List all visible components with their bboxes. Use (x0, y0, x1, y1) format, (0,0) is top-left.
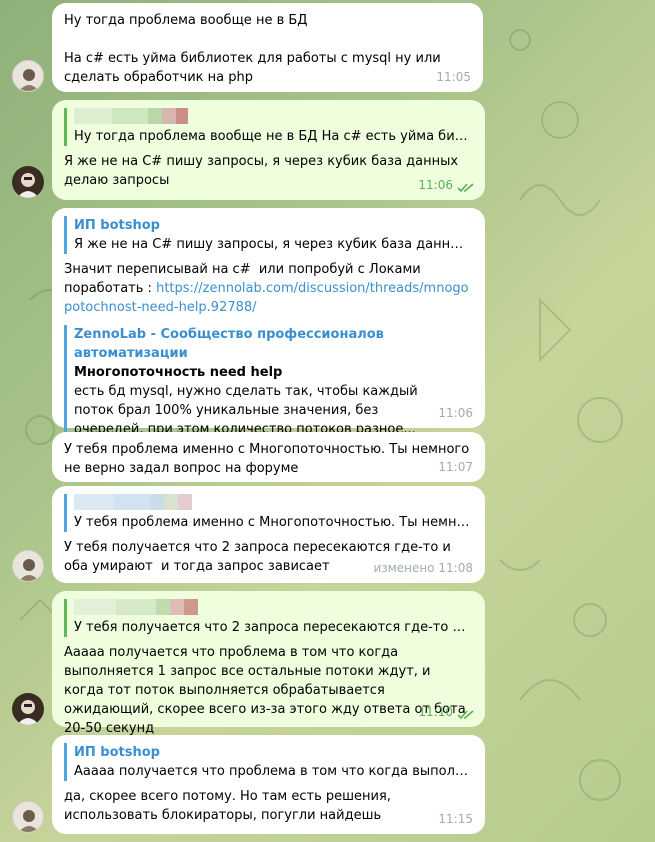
reply-sender-name: ИП botshop (74, 218, 160, 233)
message-incoming[interactable]: ИП botshop Ааааа получается что проблема… (52, 735, 485, 834)
avatar[interactable] (12, 801, 44, 833)
link-preview[interactable]: ZennoLab - Сообщество профессионалов авт… (64, 325, 473, 439)
preview-description: есть бд mysql, нужно сделать так, чтобы … (74, 384, 422, 437)
message-outgoing[interactable]: У тебя получается что 2 запроса пересека… (52, 591, 485, 736)
preview-title: Многопоточность need help (74, 365, 283, 380)
blurred-sender-name (74, 599, 473, 615)
preview-site-name: ZennoLab - Сообщество профессионалов авт… (74, 327, 384, 361)
message-incoming[interactable]: У тебя проблема именно с Многопоточность… (52, 432, 485, 482)
avatar[interactable] (12, 166, 44, 198)
double-check-icon (457, 183, 474, 193)
message-time: 11:07 (438, 460, 473, 474)
message-text: У тебя проблема именно с Многопоточность… (64, 442, 474, 476)
message-time: изменено 11:08 (373, 561, 473, 575)
avatar[interactable] (12, 550, 44, 582)
message-time: 11:15 (438, 812, 473, 826)
reply-quote[interactable]: ИП botshop Я же не на C# пишу запросы, я… (64, 216, 473, 254)
reply-text: Ну тогда проблема вообще не в БД На c# е… (74, 129, 473, 144)
message-time: 11:05 (436, 70, 471, 84)
message-time: 11:10 (418, 705, 453, 719)
message-time: 11:06 (418, 178, 453, 192)
edited-label: изменено (373, 561, 435, 575)
message-outgoing[interactable]: Ну тогда проблема вообще не в БД На c# е… (52, 100, 485, 200)
message-text: да, скорее всего потому. Но там есть реш… (64, 789, 396, 823)
blurred-sender-name (74, 108, 473, 124)
reply-quote[interactable]: ИП botshop Ааааа получается что проблема… (64, 743, 473, 781)
reply-quote[interactable]: У тебя получается что 2 запроса пересека… (64, 599, 473, 637)
message-time: 11:06 (438, 406, 473, 420)
message-text: Ааааа получается что проблема в том что … (64, 645, 470, 736)
message-text: Ну тогда проблема вообще не в БД На c# е… (64, 13, 441, 85)
message-incoming[interactable]: У тебя проблема именно с Многопоточность… (52, 486, 485, 583)
message-incoming[interactable]: ИП botshop Я же не на C# пишу запросы, я… (52, 208, 485, 439)
reply-quote[interactable]: У тебя проблема именно с Многопоточность… (64, 494, 473, 532)
reply-text: Ааааа получается что проблема в том что … (74, 764, 473, 779)
message-incoming[interactable]: Ну тогда проблема вообще не в БД На c# е… (52, 3, 483, 92)
blurred-sender-name (74, 494, 473, 510)
avatar[interactable] (12, 60, 44, 92)
avatar[interactable] (12, 693, 44, 725)
reply-text: У тебя получается что 2 запроса пересека… (74, 620, 473, 635)
reply-text: У тебя проблема именно с Многопоточность… (74, 515, 473, 530)
message-text: Я же не на C# пишу запросы, я через куби… (64, 154, 463, 188)
double-check-icon (457, 710, 474, 720)
reply-sender-name: ИП botshop (74, 745, 160, 760)
reply-text: Я же не на C# пишу запросы, я через куби… (74, 237, 473, 252)
reply-quote[interactable]: Ну тогда проблема вообще не в БД На c# е… (64, 108, 473, 146)
message-text: Значит переписывай на c# или попробуй с … (64, 262, 469, 315)
